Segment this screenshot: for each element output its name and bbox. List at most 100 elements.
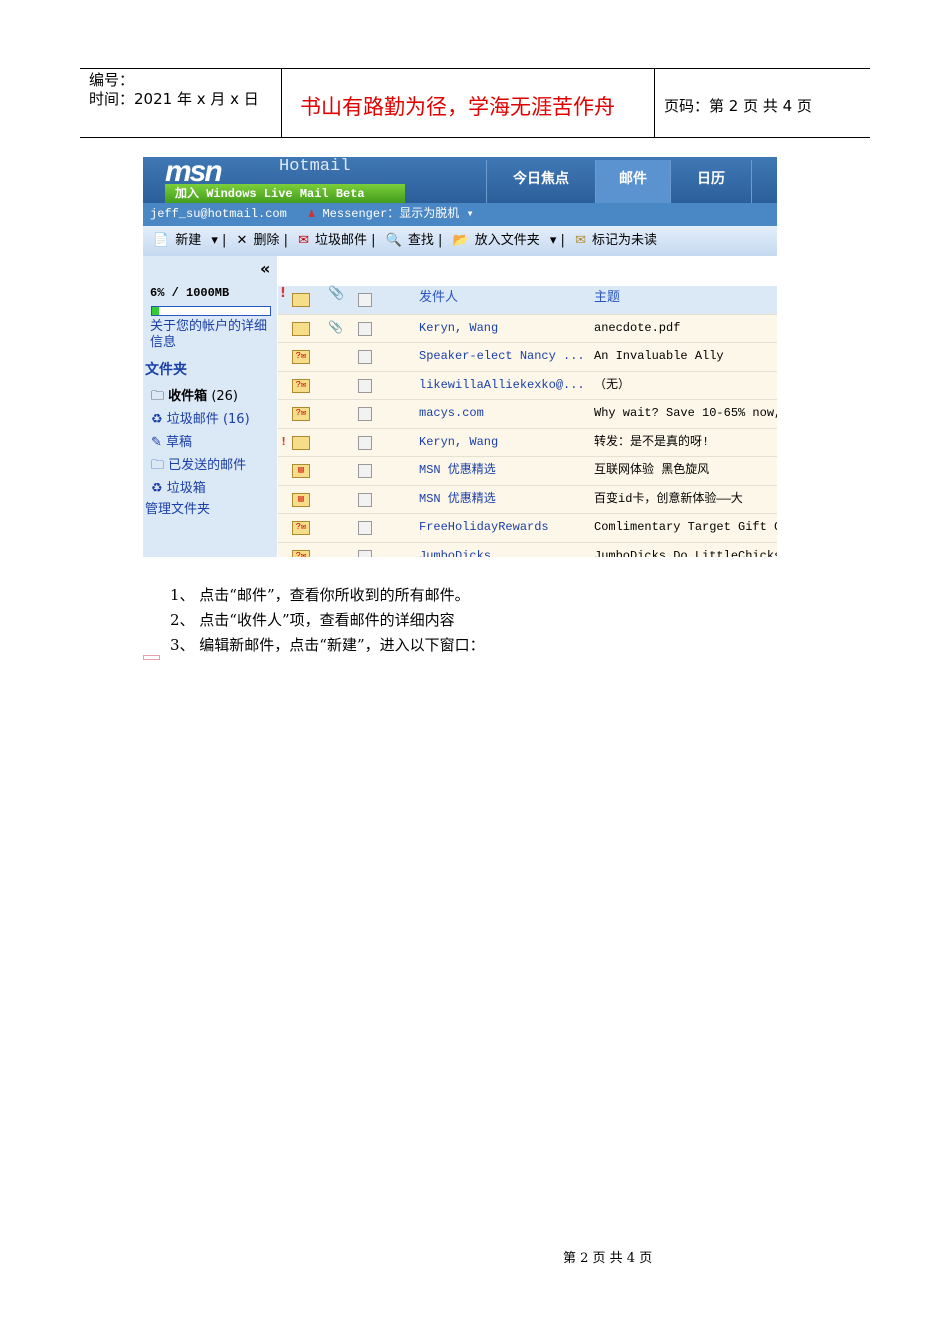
collapse-icon[interactable]: « bbox=[260, 259, 270, 278]
folder-label: 垃圾邮件 bbox=[166, 412, 219, 427]
date-label: 时间：2021 年 x 月 x 日 bbox=[89, 90, 259, 108]
row-checkbox[interactable] bbox=[358, 521, 372, 535]
row-checkbox[interactable] bbox=[358, 378, 372, 393]
message-subject[interactable]: Why wait? Save 10-65% now, bbox=[594, 400, 777, 427]
junk-folder-icon: ♻ bbox=[151, 412, 163, 427]
message-subject[interactable]: 互联网体验 黑色旋风 bbox=[594, 457, 709, 484]
newsletter-icon: ▤ bbox=[292, 492, 310, 507]
tab-more[interactable] bbox=[751, 160, 777, 203]
quota-fill bbox=[152, 307, 160, 315]
trash-icon: ♻ bbox=[151, 481, 163, 496]
message-row[interactable]: ?✉ likewillaAlliekexko@... （无） bbox=[278, 371, 777, 400]
page-header: 编号： 时间：2021 年 x 月 x 日 书山有路勤为径，学海无涯苦作舟 页码… bbox=[80, 68, 870, 138]
delete-icon: ✕ bbox=[236, 233, 248, 248]
message-subject[interactable]: An Invaluable Ally bbox=[594, 343, 724, 370]
message-subject[interactable]: 转发：是不是真的呀! bbox=[594, 429, 709, 456]
folder-label: 已发送的邮件 bbox=[168, 458, 247, 473]
page-footer: 第 2 页 共 4 页 bbox=[563, 1251, 653, 1266]
message-row[interactable]: ?✉ Speaker-elect Nancy ... An Invaluable A… bbox=[278, 343, 777, 372]
folders-title[interactable]: 文件夹 bbox=[145, 359, 187, 379]
folder-icon: 📂 bbox=[452, 233, 469, 248]
message-subject[interactable]: JumboDicks Do LittleChicks bbox=[594, 543, 777, 558]
message-subject[interactable]: Comlimentary Target Gift C bbox=[594, 514, 777, 541]
image-placeholder bbox=[143, 655, 160, 660]
folder-sent[interactable]: 🗀 已发送的邮件 bbox=[151, 454, 246, 478]
move-button[interactable]: 放入文件夹 bbox=[475, 233, 540, 248]
message-row[interactable]: ?✉ macys.com Why wait? Save 10-65% now, bbox=[278, 400, 777, 429]
unknown-mail-icon: ?✉ bbox=[292, 378, 310, 393]
row-checkbox[interactable] bbox=[358, 492, 372, 507]
message-from[interactable]: macys.com bbox=[419, 400, 484, 427]
envelope-icon: ✉ bbox=[575, 233, 586, 248]
importance-icon: ! bbox=[280, 286, 286, 301]
nav-bar: msn Hotmail 加入 Windows Live Mail Beta 今日… bbox=[143, 157, 777, 204]
unknown-mail-icon: ?✉ bbox=[292, 407, 310, 421]
column-subject[interactable]: 主题 bbox=[594, 286, 620, 305]
row-checkbox[interactable] bbox=[358, 350, 372, 364]
document-page: 编号： 时间：2021 年 x 月 x 日 书山有路勤为径，学海无涯苦作舟 页码… bbox=[0, 0, 950, 1344]
unknown-mail-icon: ?✉ bbox=[292, 350, 310, 364]
quota-bar bbox=[151, 306, 271, 316]
junk-icon: ✉ bbox=[298, 233, 310, 248]
message-row[interactable]: ! Keryn, Wang 转发：是不是真的呀! bbox=[278, 428, 777, 457]
messenger-icon: ♟ bbox=[308, 207, 316, 221]
toolbar: 📄 新建 ▾ | ✕ 删除 | ✉ 垃圾邮件 | 🔍 查找 | 📂 放入文件夹 ▾ | ✉… bbox=[143, 226, 777, 256]
folder-trash[interactable]: ♻ 垃圾箱 bbox=[151, 477, 206, 496]
tab-calendar[interactable]: 日历 bbox=[670, 160, 751, 203]
message-row[interactable]: ?✉ FreeHolidayRewards Comlimentary Target … bbox=[278, 514, 777, 543]
find-button[interactable]: 查找 bbox=[408, 233, 434, 248]
folder-label: 垃圾箱 bbox=[166, 481, 206, 496]
list-header: ! 📎 发件人 主题 bbox=[278, 286, 777, 315]
header-meta: 编号： 时间：2021 年 x 月 x 日 bbox=[89, 71, 259, 109]
envelope-icon bbox=[292, 435, 310, 450]
beta-banner[interactable]: 加入 Windows Live Mail Beta bbox=[165, 184, 405, 204]
newsletter-icon: ▤ bbox=[292, 464, 310, 478]
message-row[interactable]: 📎 Keryn, Wang anecdote.pdf bbox=[278, 314, 777, 343]
row-checkbox[interactable] bbox=[358, 435, 372, 450]
chevron-down-icon[interactable]: ▾ bbox=[211, 233, 218, 248]
message-from[interactable]: Speaker-elect Nancy ... bbox=[419, 343, 585, 370]
new-button[interactable]: 新建 bbox=[175, 233, 201, 248]
attachment-icon: 📎 bbox=[328, 320, 343, 335]
tab-today[interactable]: 今日焦点 bbox=[486, 160, 595, 203]
column-from[interactable]: 发件人 bbox=[419, 286, 458, 305]
number-label: 编号： bbox=[89, 71, 135, 89]
envelope-icon bbox=[292, 293, 310, 307]
message-list: ! 📎 发件人 主题 📎 Keryn, Wang anecdote.pdf ?✉ Spe… bbox=[278, 286, 777, 557]
junk-button[interactable]: 垃圾邮件 bbox=[315, 233, 367, 248]
row-checkbox[interactable] bbox=[358, 321, 372, 336]
importance-icon: ! bbox=[280, 434, 288, 449]
message-row[interactable]: ▤ MSN 优惠精选 互联网体验 黑色旋风 bbox=[278, 457, 777, 486]
mark-unread-button[interactable]: 标记为未读 bbox=[592, 233, 657, 248]
chevron-down-icon[interactable]: ▾ bbox=[466, 207, 473, 221]
row-checkbox[interactable] bbox=[358, 407, 372, 421]
message-from[interactable]: FreeHolidayRewards bbox=[419, 514, 549, 541]
chevron-down-icon[interactable]: ▾ bbox=[550, 233, 557, 248]
manage-folders-link[interactable]: 管理文件夹 bbox=[145, 498, 210, 517]
quota-text: 6% / 1000MB bbox=[150, 286, 230, 300]
folder-icon: 🗀 bbox=[151, 389, 165, 404]
folder-count: (16) bbox=[222, 412, 250, 427]
message-subject[interactable]: anecdote.pdf bbox=[594, 315, 680, 342]
message-from[interactable]: Keryn, Wang bbox=[419, 429, 498, 456]
message-from[interactable]: MSN 优惠精选 bbox=[419, 457, 496, 484]
message-subject[interactable]: 百变id卡，创意新体验——大 bbox=[594, 486, 743, 513]
message-row[interactable]: ?✉ JumboDicks JumboDicks Do LittleChicks bbox=[278, 542, 777, 558]
account-info-link[interactable]: 关于您的帐户的详细信息 bbox=[150, 319, 272, 351]
folder-inbox[interactable]: 🗀 收件箱 (26) bbox=[151, 385, 238, 409]
tab-mail[interactable]: 邮件 bbox=[595, 160, 670, 203]
messenger-status[interactable]: Messenger：显示为脱机 bbox=[322, 207, 459, 221]
message-subject[interactable]: （无） bbox=[594, 372, 630, 399]
message-from[interactable]: Keryn, Wang bbox=[419, 315, 498, 342]
row-checkbox[interactable] bbox=[358, 464, 372, 478]
select-all-checkbox[interactable] bbox=[358, 293, 372, 307]
message-row[interactable]: ▤ MSN 优惠精选 百变id卡，创意新体验——大 bbox=[278, 485, 777, 514]
search-icon: 🔍 bbox=[385, 233, 402, 248]
row-checkbox[interactable] bbox=[358, 549, 372, 557]
delete-button[interactable]: 删除 bbox=[253, 233, 279, 248]
message-from[interactable]: JumboDicks bbox=[419, 543, 491, 558]
message-from[interactable]: likewillaAlliekexko@... bbox=[419, 372, 585, 399]
message-from[interactable]: MSN 优惠精选 bbox=[419, 486, 496, 513]
folder-junk[interactable]: ♻ 垃圾邮件 (16) bbox=[151, 408, 250, 427]
folder-drafts[interactable]: ✎ 草稿 bbox=[151, 431, 192, 450]
